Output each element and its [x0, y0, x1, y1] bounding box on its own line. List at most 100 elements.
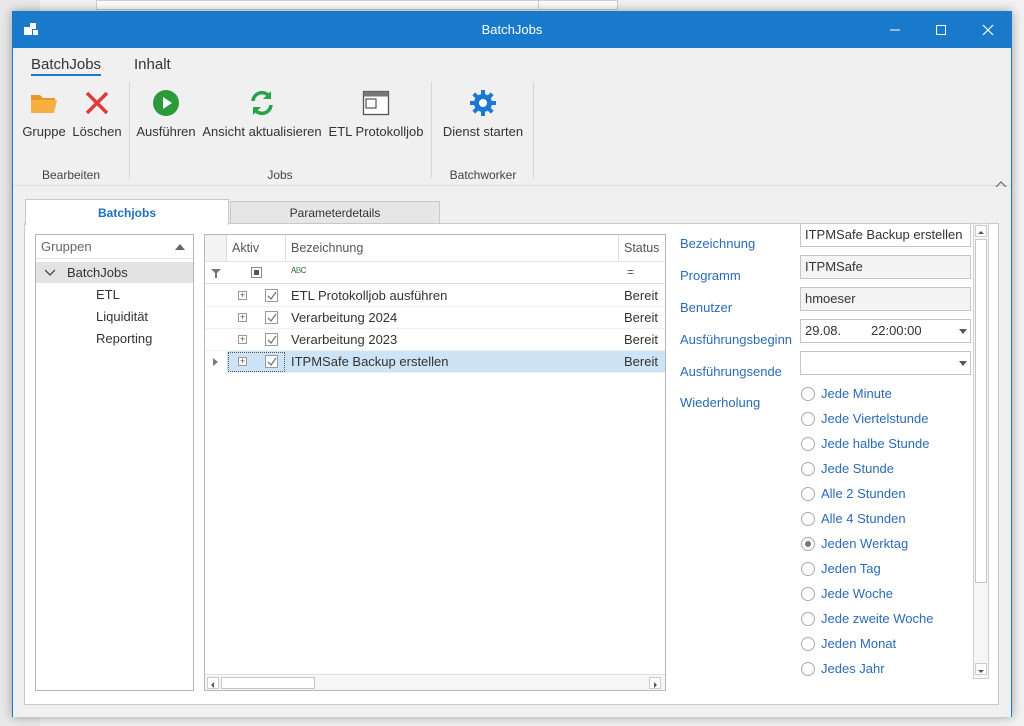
scroll-up-button[interactable]: [975, 225, 987, 237]
row-indicator: [205, 351, 227, 373]
refresh-icon: [247, 88, 277, 118]
tab-parameterdetails[interactable]: Parameterdetails: [230, 201, 440, 224]
delete-icon: [82, 88, 112, 118]
cell-bezeichnung[interactable]: ITPMSafe Backup erstellen: [291, 351, 617, 373]
scroll-down-button[interactable]: [975, 663, 987, 675]
ausfuehrungsende-picker[interactable]: [800, 351, 971, 375]
window-title: BatchJobs: [481, 22, 543, 37]
batchjobs-window: BatchJobs BatchJobs Inhalt Gruppe Lösche…: [12, 11, 1012, 717]
filter-row: ABC =: [205, 261, 665, 284]
dropdown-arrow-icon: [959, 329, 967, 334]
radio-label: Jeden Monat: [821, 636, 897, 651]
scroll-thumb[interactable]: [975, 239, 987, 583]
filter-checkbox[interactable]: [251, 267, 262, 278]
bezeichnung-input[interactable]: ITPMSafe Backup erstellen: [800, 223, 971, 247]
cell-bezeichnung[interactable]: Verarbeitung 2024: [291, 307, 617, 329]
radio-label: Jedes Jahr: [821, 661, 885, 676]
label-bezeichnung: Bezeichnung: [680, 236, 756, 251]
groups-panel: Gruppen BatchJobs ETL Liquidität Reporti…: [35, 234, 194, 691]
loeschen-button[interactable]: Löschen: [71, 86, 123, 148]
etl-protokolljob-button[interactable]: ETL Protokolljob: [326, 86, 426, 148]
content-area: Batchjobs Parameterdetails Gruppen Batch…: [13, 187, 1011, 717]
row-indicator-header: [205, 235, 227, 261]
ausfuehren-button[interactable]: Ausführen: [135, 86, 197, 148]
cell-bezeichnung[interactable]: Verarbeitung 2023: [291, 329, 617, 351]
radio-circle-icon: [801, 487, 815, 501]
tree-root-row[interactable]: BatchJobs: [36, 262, 193, 283]
cell-status[interactable]: Bereit: [624, 329, 664, 351]
equals-filter-icon[interactable]: =: [627, 265, 634, 279]
column-header-aktiv[interactable]: Aktiv: [227, 235, 286, 261]
maximize-icon: [936, 25, 946, 35]
expand-icon[interactable]: +: [238, 335, 247, 344]
scroll-right-button[interactable]: [649, 677, 661, 689]
checkmark-icon: [267, 313, 277, 323]
ribbon-tab-inhalt[interactable]: Inhalt: [134, 56, 171, 73]
table-row[interactable]: + Verarbeitung 2023 Bereit: [205, 329, 665, 351]
aktiv-checkbox[interactable]: [265, 333, 278, 346]
ribbon-separator: [129, 82, 130, 178]
ansicht-aktualisieren-button[interactable]: Ansicht aktualisieren: [202, 86, 322, 148]
radio-label: Jede Woche: [821, 586, 894, 601]
radio-label: Jeden Werktag: [821, 536, 909, 551]
chevron-down-icon: [45, 269, 55, 276]
close-button[interactable]: [965, 12, 1011, 48]
table-row[interactable]: + ITPMSafe Backup erstellen Bereit: [205, 351, 665, 373]
radio-circle-icon: [801, 462, 815, 476]
checkmark-icon: [267, 335, 277, 345]
label-ausfuehrungsbeginn: Ausführungsbeginn: [680, 332, 793, 347]
table-row[interactable]: + Verarbeitung 2024 Bereit: [205, 307, 665, 329]
benutzer-field[interactable]: hmoeser: [800, 287, 971, 311]
programm-field[interactable]: ITPMSafe: [800, 255, 971, 279]
radio-circle-icon: [801, 387, 815, 401]
tree-item-liquiditaet[interactable]: Liquidität: [96, 306, 148, 327]
label-programm: Programm: [680, 268, 741, 283]
cell-status[interactable]: Bereit: [624, 351, 664, 373]
radio-label: Jede Minute: [821, 386, 892, 401]
vertical-scrollbar[interactable]: [973, 223, 989, 679]
groups-header[interactable]: Gruppen: [36, 235, 193, 259]
checkmark-icon: [267, 291, 277, 301]
tree-item-etl[interactable]: ETL: [96, 284, 120, 305]
maximize-button[interactable]: [918, 12, 964, 48]
collapse-ribbon-icon[interactable]: [995, 176, 1007, 188]
table-row[interactable]: + ETL Protokolljob ausführen Bereit: [205, 285, 665, 307]
jobs-grid: Aktiv Bezeichnung Status ABC = + ETL Prot…: [204, 234, 666, 691]
ribbon-separator: [431, 82, 432, 178]
expand-icon[interactable]: +: [238, 357, 247, 366]
text-filter-icon[interactable]: ABC: [291, 266, 306, 275]
ribbon-tab-batchjobs[interactable]: BatchJobs: [31, 56, 102, 76]
tree-item-reporting[interactable]: Reporting: [96, 328, 152, 349]
scroll-left-button[interactable]: [207, 677, 219, 689]
expand-icon[interactable]: +: [238, 291, 247, 300]
column-header-bezeichnung[interactable]: Bezeichnung: [286, 235, 619, 261]
cell-status[interactable]: Bereit: [624, 285, 664, 307]
radio-circle-icon: [801, 437, 815, 451]
ribbon-separator: [533, 82, 534, 178]
current-row-icon: [213, 358, 218, 366]
gruppe-button[interactable]: Gruppe: [19, 86, 69, 148]
cell-bezeichnung[interactable]: ETL Protokolljob ausführen: [291, 285, 617, 307]
aktiv-checkbox[interactable]: [265, 289, 278, 302]
scroll-thumb[interactable]: [221, 677, 315, 689]
radio-circle-icon: [801, 537, 815, 551]
label-benutzer: Benutzer: [680, 300, 733, 315]
checkmark-icon: [267, 357, 277, 367]
minimize-button[interactable]: [872, 12, 918, 48]
group-label-batchworker: Batchworker: [449, 168, 517, 182]
radio-label: Jede zweite Woche: [821, 611, 934, 626]
ausfuehrungsbeginn-picker[interactable]: 29.08. 22:00:00: [800, 319, 971, 343]
group-label-bearbeiten: Bearbeiten: [41, 168, 101, 182]
radio-label: Alle 4 Stunden: [821, 511, 906, 526]
background-bar: [538, 0, 618, 10]
radio-circle-icon: [801, 412, 815, 426]
expand-icon[interactable]: +: [238, 313, 247, 322]
radio-circle-icon: [801, 612, 815, 626]
cell-status[interactable]: Bereit: [624, 307, 664, 329]
horizontal-scrollbar[interactable]: [205, 674, 665, 690]
column-header-status[interactable]: Status: [619, 235, 665, 261]
aktiv-checkbox[interactable]: [265, 355, 278, 368]
dienst-starten-button[interactable]: Dienst starten: [439, 86, 527, 148]
aktiv-checkbox[interactable]: [265, 311, 278, 324]
tab-batchjobs[interactable]: Batchjobs: [25, 199, 229, 225]
